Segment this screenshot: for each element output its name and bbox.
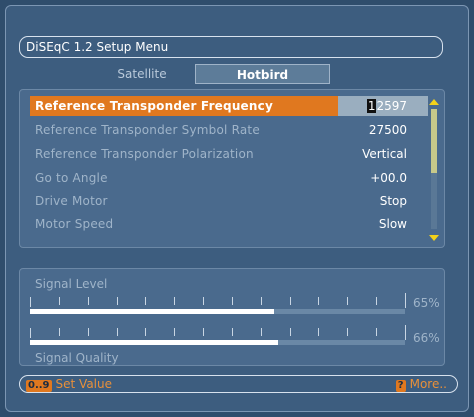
scrollbar[interactable] (429, 97, 439, 243)
scale-tick (116, 328, 118, 336)
signal-level-bar-end (405, 293, 406, 308)
more-hint[interactable]: ? More.. (395, 376, 447, 392)
setting-label: Reference Transponder Polarization (35, 147, 254, 161)
scroll-down-arrow-icon[interactable] (429, 235, 439, 241)
frequency-value-rest: 2597 (376, 99, 407, 113)
scale-tick (376, 297, 378, 305)
scale-tick (203, 328, 205, 336)
scale-tick (231, 297, 233, 305)
scale-tick (116, 297, 118, 305)
scale-tick (30, 297, 31, 307)
signal-level-bar (30, 309, 405, 314)
scale-tick (347, 297, 349, 305)
setting-value: 27500 (368, 123, 407, 137)
signal-level-scale (30, 297, 406, 307)
scale-tick (376, 328, 378, 336)
signal-level-label: Signal Level (35, 277, 108, 291)
setting-label: Reference Transponder Symbol Rate (35, 123, 260, 137)
scale-tick (318, 328, 320, 336)
set-value-label: Set Value (55, 377, 112, 391)
menu-title: DiSEqC 1.2 Setup Menu (19, 36, 443, 58)
setting-label: Motor Speed (35, 217, 114, 231)
frequency-value[interactable]: 12597 (366, 96, 407, 116)
signal-level-fill (30, 309, 274, 314)
setting-value: Slow (378, 217, 407, 231)
setting-row-symbol-rate[interactable]: Reference Transponder Symbol Rate 27500 (30, 120, 435, 140)
scale-tick (203, 297, 205, 305)
setting-value: +00.0 (370, 171, 407, 185)
setting-label: Reference Transponder Frequency (35, 99, 273, 113)
scale-tick (87, 297, 89, 305)
tab-bar: Satellite Hotbird (92, 64, 332, 84)
signal-quality-label: Signal Quality (35, 351, 119, 365)
setting-row-go-to-angle[interactable]: Go to Angle +00.0 (30, 168, 435, 188)
help-key-icon: ? (395, 380, 406, 392)
signal-quality-fill (30, 340, 278, 345)
signal-quality-percent: 66% (413, 331, 440, 345)
scale-tick (260, 297, 262, 305)
setting-row-polarization[interactable]: Reference Transponder Polarization Verti… (30, 144, 435, 164)
number-keys-icon: 0..9 (26, 380, 52, 392)
settings-panel: Reference Transponder Frequency 12597 Re… (19, 89, 445, 248)
scale-tick (87, 328, 89, 336)
setting-row-drive-motor[interactable]: Drive Motor Stop (30, 191, 435, 211)
footer-hint-bar: 0..9 Set Value ? More.. (19, 375, 458, 393)
more-label: More.. (409, 377, 447, 391)
scale-tick (30, 328, 31, 338)
scale-tick (145, 328, 147, 336)
signal-level-percent: 65% (413, 296, 440, 310)
edit-cursor: 1 (366, 99, 377, 113)
scale-tick (289, 328, 291, 336)
scale-tick (318, 297, 320, 305)
signal-quality-bar-end (405, 325, 406, 340)
scale-tick (174, 328, 176, 336)
signal-panel: Signal Level 65% 66% Signal Quality (19, 268, 445, 366)
setting-row-reference-frequency[interactable]: Reference Transponder Frequency 12597 (30, 96, 435, 116)
tab-hotbird[interactable]: Hotbird (195, 64, 330, 84)
scale-tick (58, 297, 60, 305)
scale-tick (58, 328, 60, 336)
setting-value: Vertical (362, 147, 407, 161)
signal-quality-scale (30, 328, 406, 338)
scale-tick (289, 297, 291, 305)
scale-tick (231, 328, 233, 336)
scroll-thumb[interactable] (431, 109, 437, 173)
scale-tick (347, 328, 349, 336)
set-value-hint: 0..9 Set Value (26, 376, 112, 392)
signal-quality-bar (30, 340, 405, 345)
setting-value: Stop (379, 194, 407, 208)
setting-label: Go to Angle (35, 171, 108, 185)
setting-row-motor-speed[interactable]: Motor Speed Slow (30, 214, 435, 234)
scale-tick (145, 297, 147, 305)
scale-tick (260, 328, 262, 336)
scale-tick (174, 297, 176, 305)
setting-label: Drive Motor (35, 194, 108, 208)
tab-satellite[interactable]: Satellite (92, 64, 192, 84)
scroll-up-arrow-icon[interactable] (429, 99, 439, 105)
